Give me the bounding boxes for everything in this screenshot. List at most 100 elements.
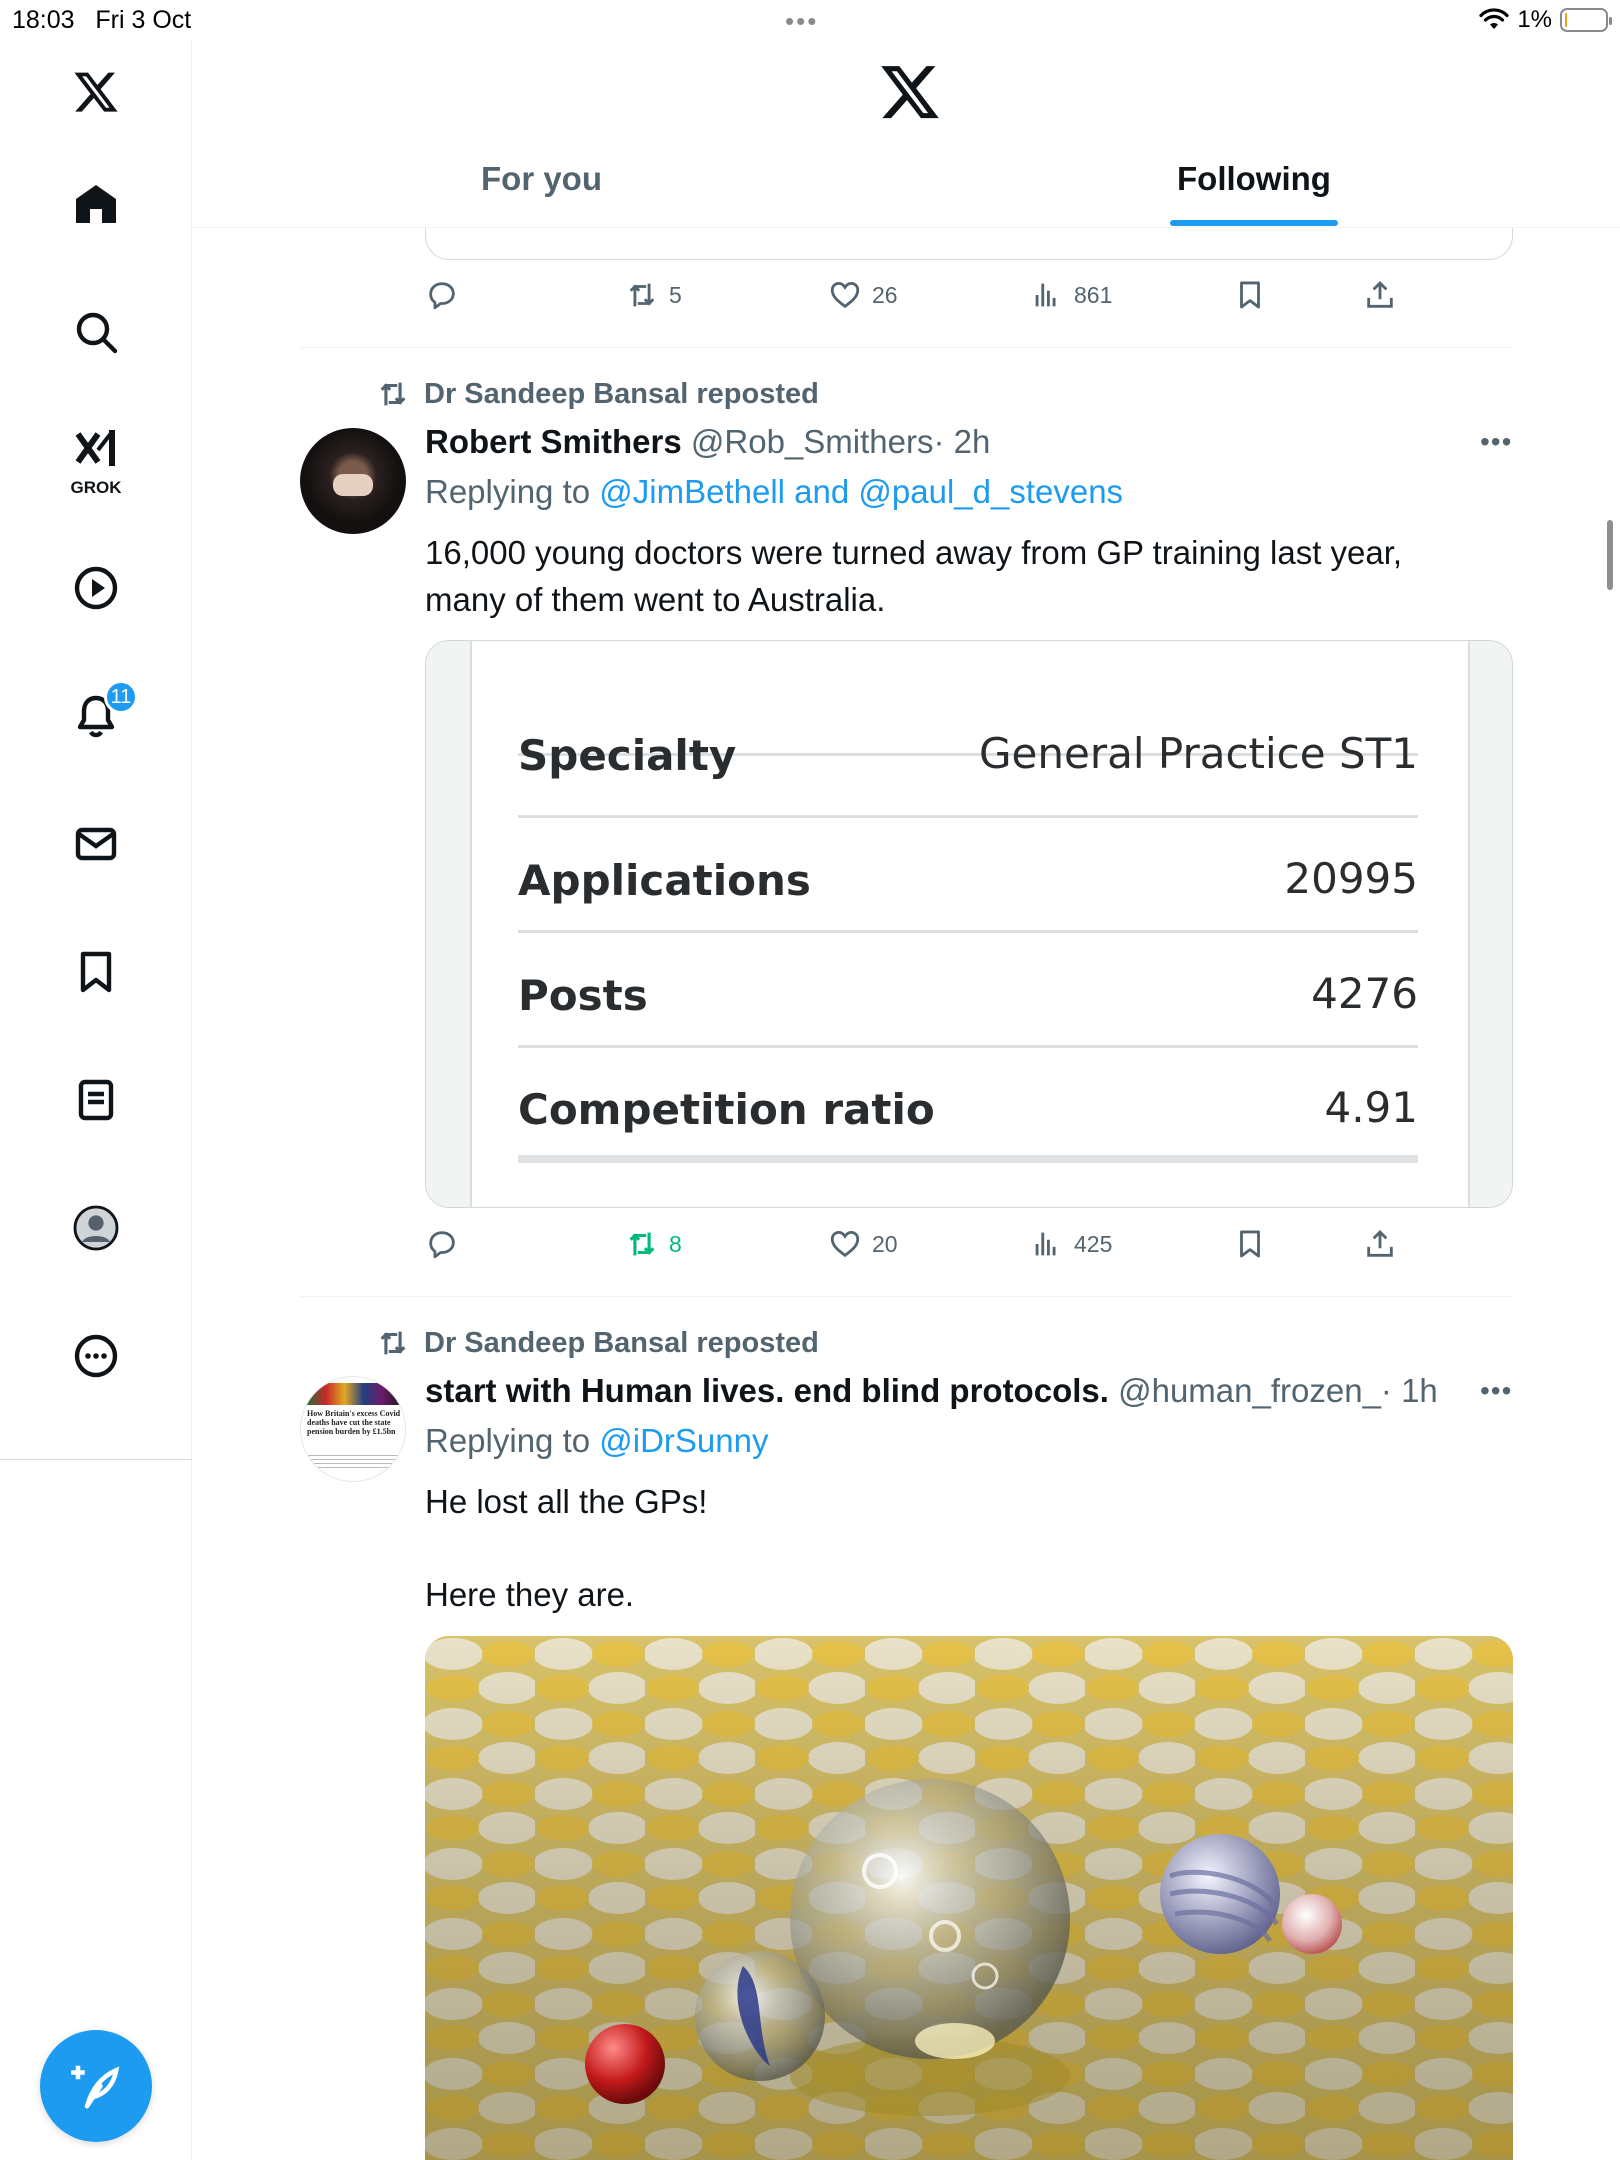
share-icon <box>1367 1229 1393 1257</box>
lists-icon <box>78 1079 114 1121</box>
repost-context[interactable]: Dr Sandeep Bansal reposted <box>376 1326 819 1360</box>
tweet-author-line[interactable]: Robert Smithers @Rob_Smithers· 2h <box>425 423 990 461</box>
notification-badge: 11 <box>104 680 138 714</box>
tab-following[interactable]: Following <box>1177 160 1331 198</box>
previous-media-card[interactable] <box>425 228 1513 260</box>
tweet-text-line: He lost all the GPs! <box>425 1483 708 1520</box>
x-logo[interactable] <box>56 52 136 132</box>
sidebar-item-home[interactable] <box>56 164 136 244</box>
sidebar-item-notifications[interactable]: 11 <box>56 676 138 756</box>
repost-icon <box>380 1331 406 1355</box>
status-time: 18:03 Fri 3 Oct <box>12 6 192 34</box>
reposted-by: Dr Sandeep Bansal reposted <box>424 1326 819 1359</box>
scrollbar[interactable] <box>1607 520 1613 590</box>
mail-icon <box>75 827 117 861</box>
tweet-divider <box>300 347 1513 348</box>
compose-button[interactable] <box>40 2030 152 2142</box>
reply-button[interactable] <box>425 1227 469 1261</box>
status-indicators: 1% <box>1479 6 1612 34</box>
table-row: Posts 4276 <box>518 933 1418 1048</box>
repost-context[interactable]: Dr Sandeep Bansal reposted <box>376 377 819 411</box>
bookmark-icon <box>1240 281 1260 309</box>
views-icon <box>1035 283 1056 307</box>
avatar[interactable]: How Britain's excess Covid deaths have c… <box>300 1376 406 1482</box>
sidebar-item-video[interactable] <box>56 548 136 628</box>
reply-button[interactable] <box>425 278 469 312</box>
tweet-time[interactable]: · 2h <box>933 423 990 460</box>
replying-to: Replying to @JimBethell and @paul_d_stev… <box>425 473 1124 510</box>
battery-level <box>1565 13 1567 27</box>
status-bar: 18:03 Fri 3 Oct ••• 1% <box>0 0 1620 40</box>
x-logo-icon <box>74 72 118 112</box>
reply-icon <box>429 1231 455 1259</box>
profile-icon <box>73 1205 119 1251</box>
like-button[interactable]: 20 <box>828 1227 898 1261</box>
sidebar-item-more[interactable] <box>56 1316 136 1396</box>
tweet-media-image[interactable]: Specialty General Practice ST1 Applicati… <box>425 640 1513 1208</box>
repost-icon <box>629 1232 655 1256</box>
previous-tweet-actions: 5 26 861 <box>425 278 1425 318</box>
table-bottom-rule <box>518 1155 1418 1163</box>
table-row: Competition ratio 4.91 <box>518 1083 1418 1134</box>
tweet-more-button[interactable]: ••• <box>1480 426 1512 458</box>
table-screenshot: Specialty General Practice ST1 Applicati… <box>470 641 1470 1207</box>
views-icon <box>1035 1232 1056 1256</box>
sidebar-divider <box>0 1459 192 1460</box>
bookmark-icon <box>1240 1230 1260 1258</box>
sidebar: GROK 11 <box>0 40 192 2160</box>
grok-label: GROK <box>70 478 122 497</box>
grok-icon <box>75 430 115 466</box>
table-row-divider <box>518 641 1418 818</box>
like-count: 20 <box>872 1230 898 1257</box>
video-icon <box>74 566 118 610</box>
avatar-face-mask <box>333 474 373 496</box>
author-name[interactable]: Robert Smithers <box>425 423 682 460</box>
tweet-more-button[interactable]: ••• <box>1480 1375 1512 1407</box>
views-button[interactable]: 861 <box>1030 278 1112 312</box>
avatar[interactable] <box>300 428 406 534</box>
share-button[interactable] <box>1363 1227 1397 1261</box>
multitasking-dots[interactable]: ••• <box>785 6 818 37</box>
author-handle[interactable]: @Rob_Smithers <box>691 423 934 460</box>
sidebar-item-bookmarks[interactable] <box>56 932 136 1012</box>
sidebar-item-grok[interactable]: GROK <box>56 420 136 516</box>
x-logo-icon[interactable] <box>878 60 942 124</box>
blue-swirl-marble <box>695 1951 825 2081</box>
repost-button[interactable]: 8 <box>625 1227 682 1261</box>
more-icon <box>74 1334 118 1378</box>
reply-to-links[interactable]: @JimBethell and @paul_d_stevens <box>599 473 1123 510</box>
tweet-author-line[interactable]: start with Human lives. end blind protoc… <box>425 1372 1438 1410</box>
red-marble <box>585 2024 665 2104</box>
tab-for-you[interactable]: For you <box>481 160 602 198</box>
repost-icon <box>380 382 406 406</box>
bookmark-button[interactable] <box>1233 1227 1267 1261</box>
like-button[interactable]: 26 <box>828 278 898 312</box>
repost-icon <box>629 283 655 307</box>
sidebar-item-search[interactable] <box>56 292 136 372</box>
avatar-body-lines <box>307 1455 401 1471</box>
sidebar-item-lists[interactable] <box>56 1060 136 1140</box>
wifi-icon <box>1479 8 1509 29</box>
small-marble <box>1282 1894 1342 1954</box>
author-handle[interactable]: @human_frozen_ <box>1118 1372 1381 1409</box>
sidebar-item-profile[interactable] <box>56 1188 136 1268</box>
views-button[interactable]: 425 <box>1030 1227 1112 1261</box>
like-count: 26 <box>872 281 898 308</box>
share-button[interactable] <box>1363 278 1397 312</box>
avatar-headline: How Britain's excess Covid deaths have c… <box>307 1409 401 1436</box>
tweet-media-image[interactable] <box>425 1636 1513 2160</box>
large-glass-marble <box>790 1779 1070 2059</box>
reply-to-links[interactable]: @iDrSunny <box>599 1422 768 1459</box>
battery-percent: 1% <box>1517 6 1552 33</box>
avatar-newspaper-header <box>307 1383 401 1405</box>
repost-button[interactable]: 5 <box>625 278 682 312</box>
author-name[interactable]: start with Human lives. end blind protoc… <box>425 1372 1109 1409</box>
table-row: Applications 20995 <box>518 818 1418 933</box>
view-count: 425 <box>1074 1230 1113 1257</box>
home-icon <box>76 185 116 223</box>
bookmark-button[interactable] <box>1233 278 1267 312</box>
compose-feather-icon <box>71 2065 120 2109</box>
tweet-time[interactable]: · 1h <box>1381 1372 1438 1409</box>
sidebar-item-messages[interactable] <box>56 804 136 884</box>
heart-icon <box>830 281 860 309</box>
